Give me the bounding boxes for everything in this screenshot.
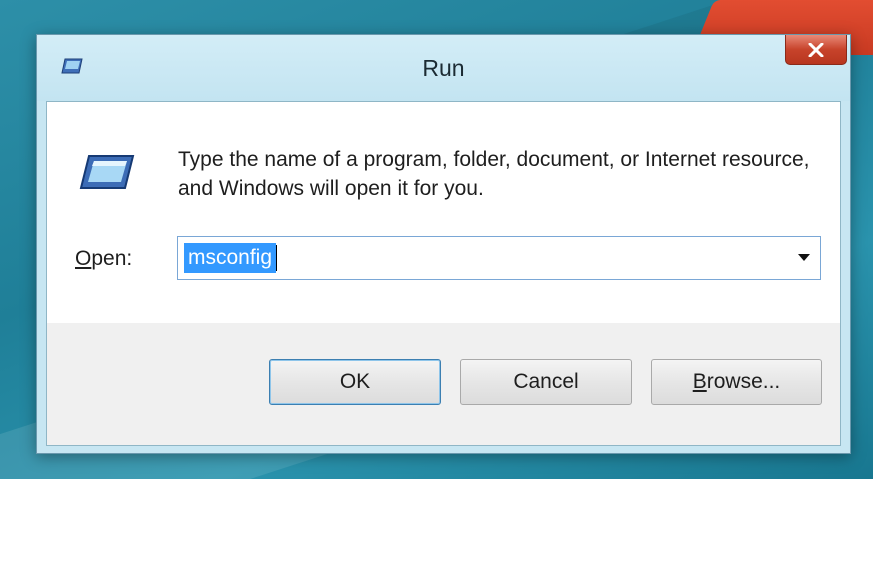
open-input-value: msconfig [188, 246, 273, 269]
dialog-description: Type the name of a program, folder, docu… [178, 148, 810, 200]
ok-button-label: OK [339, 370, 371, 393]
open-label-text: pen: [91, 247, 133, 270]
open-combobox[interactable]: msconfig [177, 236, 821, 280]
window-title: Run [422, 55, 465, 81]
open-input[interactable]: msconfig [184, 243, 278, 273]
open-label: Open: [75, 247, 132, 271]
title-bar[interactable]: Run [37, 35, 850, 101]
cancel-button-label: Cancel [513, 370, 579, 393]
cancel-button[interactable]: Cancel [460, 359, 632, 405]
text-caret [276, 245, 278, 271]
dropdown-arrow-icon[interactable] [798, 254, 810, 261]
open-label-accelerator: O [75, 247, 92, 270]
browse-button-label: rowse... [706, 370, 781, 393]
run-dialog: Run Type the name of a program, folder, … [36, 34, 851, 454]
close-button[interactable] [785, 35, 847, 65]
browse-accelerator: B [692, 370, 707, 393]
ok-button[interactable]: OK [269, 359, 441, 405]
browse-button[interactable]: Browse... [651, 359, 822, 405]
run-program-icon [77, 152, 135, 192]
dialog-body: Type the name of a program, folder, docu… [46, 101, 841, 446]
close-icon [808, 42, 824, 57]
dialog-content-area: Type the name of a program, folder, docu… [47, 102, 840, 323]
